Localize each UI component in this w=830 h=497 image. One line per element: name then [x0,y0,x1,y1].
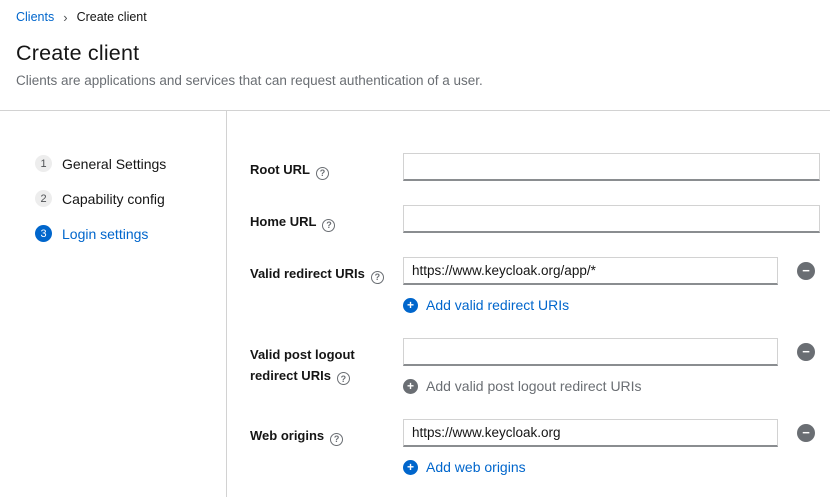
add-link-label: Add web origins [426,459,526,475]
step-number-badge: 3 [35,225,52,242]
web-origins-input[interactable] [403,419,778,447]
wizard-step-login-settings[interactable]: 3 Login settings [35,225,148,242]
root-url-input[interactable] [403,153,820,181]
field-label-text: Web origins [250,428,324,443]
field-label-text: Home URL [250,214,316,229]
minus-circle-icon: − [802,345,810,358]
remove-valid-post-logout-redirect-uri-button[interactable]: − [797,343,815,361]
wizard-step-general-settings[interactable]: 1 General Settings [35,155,166,172]
valid-post-logout-redirect-uris-help-icon[interactable]: ? [337,372,350,385]
field-label-text: Valid redirect URIs [250,266,365,281]
plus-circle-icon: + [403,460,418,475]
valid-redirect-uris-label: Valid redirect URIs? [250,257,403,314]
valid-post-logout-redirect-uris-label: Valid post logout redirect URIs? [250,338,403,395]
add-link-label: Add valid post logout redirect URIs [426,378,642,394]
page-header: Create client Clients are applications a… [0,24,830,88]
valid-redirect-uris-input[interactable] [403,257,778,285]
plus-circle-icon: + [403,298,418,313]
home-url-input[interactable] [403,205,820,233]
chevron-right-icon: › [63,11,67,24]
home-url-help-icon[interactable]: ? [322,219,335,232]
form-row-valid-post-logout-redirect-uris: Valid post logout redirect URIs? − + Add… [250,338,820,395]
remove-valid-redirect-uri-button[interactable]: − [797,262,815,280]
form-row-valid-redirect-uris: Valid redirect URIs? − + Add valid redir… [250,257,820,314]
valid-redirect-uris-help-icon[interactable]: ? [371,271,384,284]
remove-web-origin-button[interactable]: − [797,424,815,442]
wizard-content: 1 General Settings 2 Capability config 3… [0,111,830,497]
plus-circle-icon: + [403,379,418,394]
create-client-page: Clients › Create client Create client Cl… [0,0,830,497]
wizard-nav: 1 General Settings 2 Capability config 3… [0,111,227,497]
add-web-origins-button[interactable]: + Add web origins [403,459,526,475]
step-number-badge: 2 [35,190,52,207]
breadcrumb: Clients › Create client [0,0,830,24]
wizard-step-capability-config[interactable]: 2 Capability config [35,190,165,207]
step-label: General Settings [62,156,166,172]
breadcrumb-link-clients[interactable]: Clients [16,10,54,24]
valid-post-logout-redirect-uris-input[interactable] [403,338,778,366]
field-label-text: Root URL [250,162,310,177]
login-settings-form: Root URL? Home URL? [227,111,820,497]
form-row-home-url: Home URL? [250,205,820,233]
page-title: Create client [16,41,814,66]
root-url-help-icon[interactable]: ? [316,167,329,180]
step-label: Login settings [62,226,148,242]
home-url-label: Home URL? [250,205,403,233]
page-subtitle: Clients are applications and services th… [16,73,814,88]
step-label: Capability config [62,191,165,207]
web-origins-help-icon[interactable]: ? [330,433,343,446]
step-number-badge: 1 [35,155,52,172]
add-valid-redirect-uris-button[interactable]: + Add valid redirect URIs [403,297,569,313]
minus-circle-icon: − [802,264,810,277]
root-url-label: Root URL? [250,153,403,181]
form-row-web-origins: Web origins? − + Add web origins [250,419,820,476]
minus-circle-icon: − [802,426,810,439]
add-link-label: Add valid redirect URIs [426,297,569,313]
add-valid-post-logout-redirect-uris-button[interactable]: + Add valid post logout redirect URIs [403,378,642,394]
web-origins-label: Web origins? [250,419,403,476]
breadcrumb-current: Create client [77,10,147,24]
form-row-root-url: Root URL? [250,153,820,181]
